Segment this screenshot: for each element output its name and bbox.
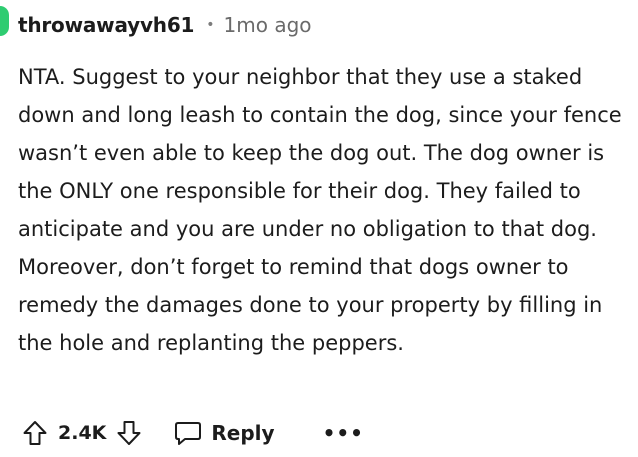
speech-bubble-icon <box>174 420 202 446</box>
reply-button[interactable]: Reply <box>174 420 275 446</box>
upvote-icon[interactable] <box>22 419 48 447</box>
vote-count: 2.4K <box>58 422 107 444</box>
comment-timestamp: 1mo ago <box>223 13 312 37</box>
comment-header: throwawayvh61 • 1mo ago <box>18 10 312 40</box>
reply-label: Reply <box>211 421 275 445</box>
username-link[interactable]: throwawayvh61 <box>18 13 194 37</box>
separator-dot: • <box>206 17 215 33</box>
downvote-icon[interactable] <box>116 419 142 447</box>
more-options-button[interactable]: ••• <box>323 421 364 445</box>
comment-actions: 2.4K Reply ••• <box>22 413 364 453</box>
avatar[interactable] <box>0 6 9 36</box>
comment-text: NTA. Suggest to your neighbor that they … <box>18 65 622 355</box>
